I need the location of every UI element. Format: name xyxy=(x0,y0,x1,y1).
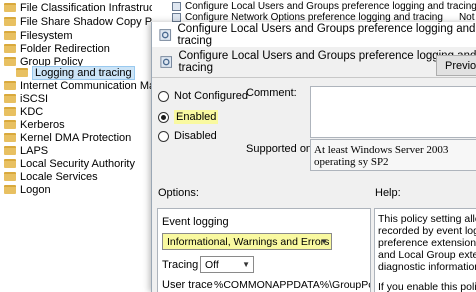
comment-textarea[interactable] xyxy=(310,86,476,138)
dialog-header: Configure Local Users and Groups prefere… xyxy=(152,47,476,77)
folder-icon xyxy=(4,81,16,90)
policy-settings-icon xyxy=(159,28,172,41)
options-panel: Event logging Informational, Warnings an… xyxy=(157,208,371,292)
comment-label: Comment: xyxy=(246,87,297,99)
radio-disabled[interactable]: Disabled xyxy=(158,130,217,142)
tree-item[interactable]: iSCSI xyxy=(4,92,48,105)
dialog-title: Configure Local Users and Groups prefere… xyxy=(177,22,476,47)
policy-setting-dialog: Configure Local Users and Groups prefere… xyxy=(151,22,476,292)
radio-not-configured[interactable]: Not Configured xyxy=(158,90,248,102)
folder-icon xyxy=(4,94,16,103)
help-label: Help: xyxy=(375,187,401,199)
folder-icon xyxy=(4,172,16,181)
chevron-down-icon: ▼ xyxy=(320,237,328,246)
help-text-line: preference extension, and xyxy=(378,237,476,249)
user-trace-path[interactable]: %COMMONAPPDATA%\GroupPolicy\Pr xyxy=(214,279,370,291)
tree-item[interactable]: Folder Redirection xyxy=(4,42,110,55)
folder-icon xyxy=(4,44,16,53)
radio-button[interactable] xyxy=(158,130,169,142)
policy-icon xyxy=(172,13,181,22)
policy-settings-icon xyxy=(160,56,173,68)
tree-item[interactable]: Logon xyxy=(4,183,51,196)
radio-button[interactable] xyxy=(158,90,169,102)
tree-item[interactable]: Kerberos xyxy=(4,118,65,131)
tree-item[interactable]: Kernel DMA Protection xyxy=(4,131,131,144)
tree-item[interactable]: KDC xyxy=(4,105,43,118)
folder-icon xyxy=(4,107,16,116)
chevron-down-icon: ▼ xyxy=(242,260,250,269)
policy-icon xyxy=(172,2,181,11)
folder-icon xyxy=(4,17,16,26)
tree-item[interactable]: Filesystem xyxy=(4,29,73,42)
policy-row[interactable]: Configure Network Options preference log… xyxy=(172,12,476,22)
folder-icon xyxy=(4,133,16,142)
help-text-line: and Local Group extensio xyxy=(378,249,476,261)
tree-item[interactable]: File Share Shadow Copy Provider xyxy=(4,15,152,28)
tracing-dropdown[interactable]: Off ▼ xyxy=(200,256,254,273)
title-bar: Configure Local Users and Groups prefere… xyxy=(152,22,476,47)
help-text-line: If you enable this policy se xyxy=(378,281,476,292)
folder-icon xyxy=(4,159,16,168)
user-trace-label: User trace xyxy=(162,279,213,291)
tree-item[interactable]: LAPS xyxy=(4,144,48,157)
header-divider xyxy=(152,77,476,78)
folder-icon xyxy=(4,31,16,40)
tree-item[interactable]: Locale Services xyxy=(4,170,98,183)
help-text-line: This policy setting allows xyxy=(378,213,476,225)
policy-tree: File Classification Infrastructure File … xyxy=(0,0,152,292)
help-panel: This policy setting allows recorded by e… xyxy=(374,208,476,292)
tracing-label: Tracing xyxy=(162,259,199,271)
supported-on-value: At least Windows Server 2003 operating s… xyxy=(310,139,476,171)
folder-icon xyxy=(4,3,16,12)
radio-button-selected[interactable] xyxy=(158,111,169,123)
radio-enabled[interactable]: Enabled xyxy=(158,110,219,124)
event-logging-dropdown[interactable]: Informational, Warnings and Errors ▼ xyxy=(162,233,332,250)
tree-item[interactable]: File Classification Infrastructure xyxy=(4,1,152,14)
previous-setting-button[interactable]: Previous xyxy=(436,55,476,76)
tree-item[interactable]: Local Security Authority xyxy=(4,157,135,170)
folder-icon xyxy=(4,120,16,129)
policy-list: Configure Local Users and Groups prefere… xyxy=(152,0,476,22)
tree-item[interactable]: Internet Communication Manager xyxy=(4,79,152,92)
folder-icon xyxy=(4,146,16,155)
policy-row[interactable]: Configure Local Users and Groups prefere… xyxy=(172,1,476,12)
event-logging-label: Event logging xyxy=(162,216,229,228)
help-text-line: recorded by event logging xyxy=(378,225,476,237)
options-label: Options: xyxy=(158,187,199,199)
folder-icon xyxy=(16,68,28,77)
help-text-line: diagnostic information fo xyxy=(378,261,476,273)
folder-icon xyxy=(4,185,16,194)
tree-item-logging-and-tracing[interactable]: Logging and tracing xyxy=(16,65,135,80)
folder-open-icon xyxy=(4,57,16,66)
header-title: Configure Local Users and Groups prefere… xyxy=(178,50,476,74)
supported-on-label: Supported on: xyxy=(246,143,316,155)
